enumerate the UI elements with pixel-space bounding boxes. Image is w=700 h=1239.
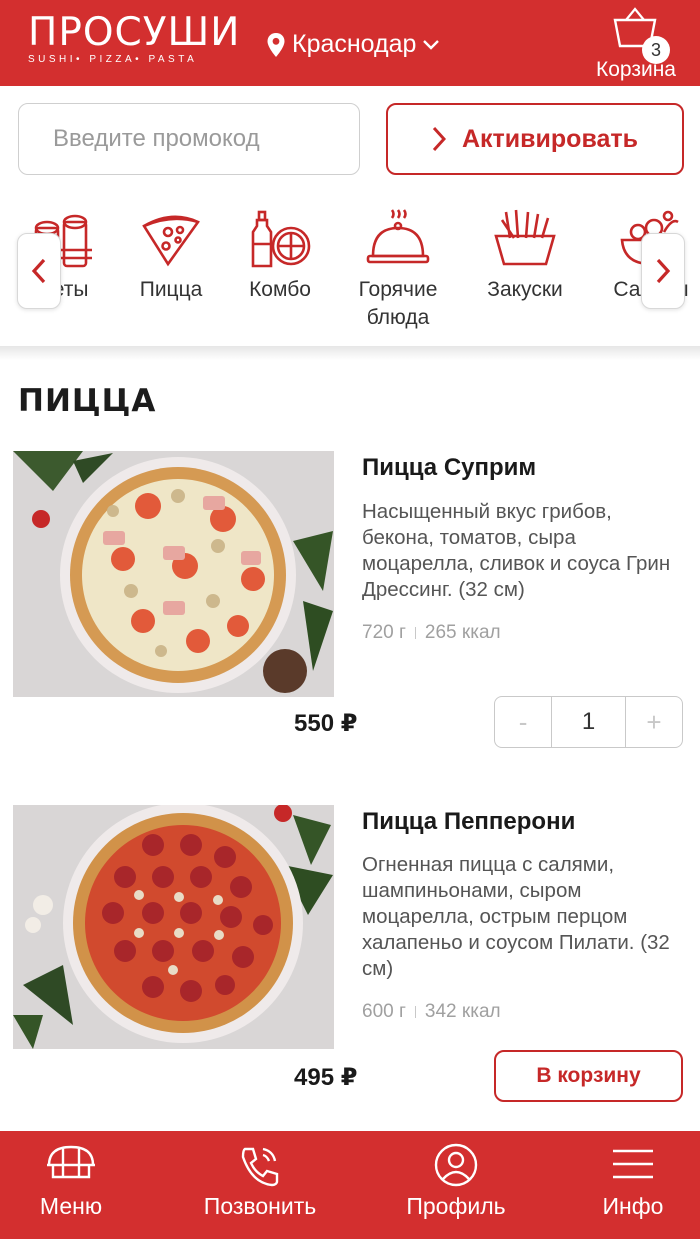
carousel-prev-button[interactable] bbox=[17, 233, 61, 309]
quantity-value: 1 bbox=[551, 697, 626, 747]
hamburger-icon bbox=[613, 1149, 653, 1179]
bottom-navigation: Меню Позвонить Профиль Инфо bbox=[0, 1131, 700, 1239]
category-label: Закуски bbox=[487, 278, 563, 301]
add-to-cart-button[interactable]: В корзину bbox=[494, 1050, 683, 1102]
category-pizza[interactable]: Пицца bbox=[116, 206, 226, 304]
section-title: ПИЦЦА bbox=[18, 383, 157, 419]
pizza-slice-icon bbox=[142, 215, 200, 267]
app-header: ПРОСУШИ SUSHI• PIZZA• PASTA Краснодар 3 … bbox=[0, 0, 700, 86]
nav-label: Меню bbox=[39, 1193, 103, 1219]
divider bbox=[0, 346, 700, 360]
product-name[interactable]: Пицца Суприм bbox=[362, 454, 536, 482]
city-selector[interactable]: Краснодар bbox=[266, 30, 440, 59]
product-meta: 600 г 342 ккал bbox=[362, 1001, 501, 1023]
logo[interactable]: ПРОСУШИ SUSHI• PIZZA• PASTA bbox=[28, 10, 241, 66]
location-pin-icon bbox=[267, 32, 285, 57]
promo-code-input[interactable] bbox=[18, 103, 360, 175]
quantity-stepper: - 1 + bbox=[494, 696, 683, 748]
product-weight: 600 г bbox=[362, 1001, 406, 1022]
chevron-down-icon bbox=[423, 39, 440, 50]
cart-button[interactable]: 3 Корзина bbox=[588, 6, 684, 82]
nav-label: Позвонить bbox=[203, 1193, 317, 1219]
product-price: 550 ₽ bbox=[294, 710, 358, 737]
cloche-icon bbox=[366, 209, 430, 264]
product-price: 495 ₽ bbox=[294, 1064, 358, 1091]
city-name: Краснодар bbox=[292, 30, 417, 58]
product-name[interactable]: Пицца Пепперони bbox=[362, 808, 575, 836]
decrease-quantity-button[interactable]: - bbox=[495, 697, 551, 747]
category-label: Пицца bbox=[139, 278, 203, 301]
category-hot-dishes[interactable]: Горячие блюда bbox=[343, 206, 453, 332]
category-carousel: Сеты Пицца Комбо Горячие блюда Закуски bbox=[0, 196, 700, 346]
increase-quantity-button[interactable]: + bbox=[626, 697, 682, 747]
nav-profile[interactable]: Профиль bbox=[381, 1143, 531, 1220]
chevron-right-icon bbox=[432, 126, 446, 152]
menu-icon bbox=[47, 1145, 95, 1179]
category-combo[interactable]: Комбо bbox=[225, 206, 335, 304]
product-image-pepperoni[interactable] bbox=[13, 805, 334, 1051]
fries-icon bbox=[494, 209, 556, 266]
product-weight: 720 г bbox=[362, 622, 406, 643]
logo-text: ПРОСУШИ bbox=[28, 10, 241, 55]
category-label: Комбо bbox=[249, 278, 311, 301]
phone-icon bbox=[241, 1147, 279, 1187]
meta-separator bbox=[414, 626, 416, 639]
category-label: Горячие блюда bbox=[358, 278, 438, 329]
carousel-next-button[interactable] bbox=[641, 233, 685, 309]
chevron-left-icon bbox=[31, 258, 46, 284]
product-description: Насыщенный вкус грибов, бекона, томатов,… bbox=[362, 500, 671, 601]
nav-menu[interactable]: Меню bbox=[0, 1143, 146, 1220]
profile-icon bbox=[434, 1143, 478, 1187]
meta-separator bbox=[414, 1005, 416, 1018]
activate-label: Активировать bbox=[461, 124, 638, 153]
activate-promo-button[interactable]: Активировать bbox=[386, 103, 684, 175]
nav-info[interactable]: Инфо bbox=[558, 1143, 700, 1220]
product-image-supreme[interactable] bbox=[13, 451, 334, 697]
combo-icon bbox=[251, 210, 311, 268]
product-meta: 720 г 265 ккал bbox=[362, 622, 501, 644]
product-description: Огненная пицца с салями, шампиньонами, с… bbox=[362, 853, 670, 980]
nav-label: Профиль bbox=[406, 1193, 506, 1219]
category-snacks[interactable]: Закуски bbox=[470, 206, 580, 304]
cart-label: Корзина bbox=[596, 58, 676, 81]
logo-tagline: SUSHI• PIZZA• PASTA bbox=[28, 54, 198, 65]
product-calories: 342 ккал bbox=[424, 1001, 501, 1022]
nav-call[interactable]: Позвонить bbox=[185, 1143, 335, 1220]
chevron-right-icon bbox=[656, 258, 671, 284]
nav-label: Инфо bbox=[602, 1193, 664, 1219]
product-calories: 265 ккал bbox=[424, 622, 501, 643]
